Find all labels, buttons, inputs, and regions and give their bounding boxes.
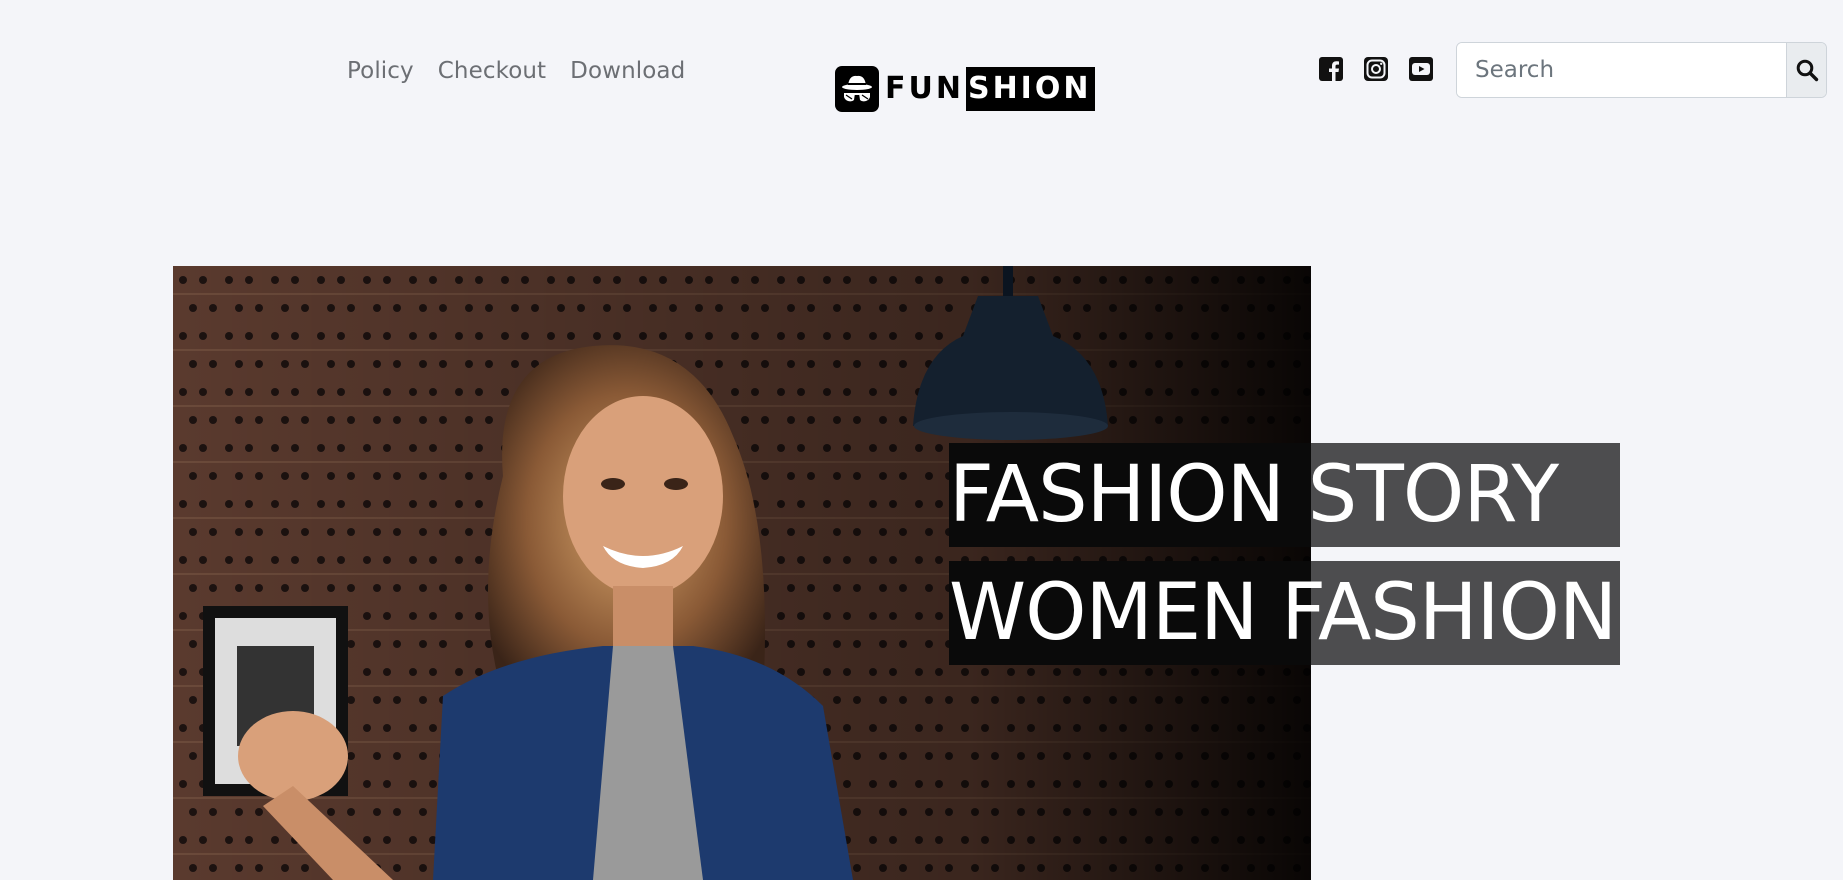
search-icon <box>1796 59 1818 82</box>
social-links <box>1319 57 1433 81</box>
brand-wordmark-part1: FUN <box>885 71 964 106</box>
search-input[interactable] <box>1457 43 1786 97</box>
search-button[interactable] <box>1786 43 1826 97</box>
main-nav: Policy Checkout Download <box>347 58 685 84</box>
brand-wordmark-part2: SHION <box>965 67 1096 111</box>
facebook-icon[interactable] <box>1319 57 1343 81</box>
nav-link-checkout[interactable]: Checkout <box>438 58 546 84</box>
brand-logo[interactable]: FUN SHION <box>835 66 1096 112</box>
hero-headline: FASHION STORY WOMEN FASHION <box>949 443 1621 679</box>
nav-link-download[interactable]: Download <box>570 58 685 84</box>
hero-headline-line-2: WOMEN FASHION <box>949 561 1621 665</box>
search-bar <box>1456 42 1827 98</box>
instagram-icon[interactable] <box>1364 57 1388 81</box>
hat-glasses-icon <box>835 66 879 112</box>
hero-headline-line-1: FASHION STORY <box>949 443 1621 547</box>
brand-wordmark: FUN SHION <box>885 67 1096 111</box>
page: Policy Checkout Download FUN SHION Searc… <box>0 0 1843 880</box>
nav-link-policy[interactable]: Policy <box>347 58 414 84</box>
youtube-icon[interactable] <box>1409 57 1433 81</box>
